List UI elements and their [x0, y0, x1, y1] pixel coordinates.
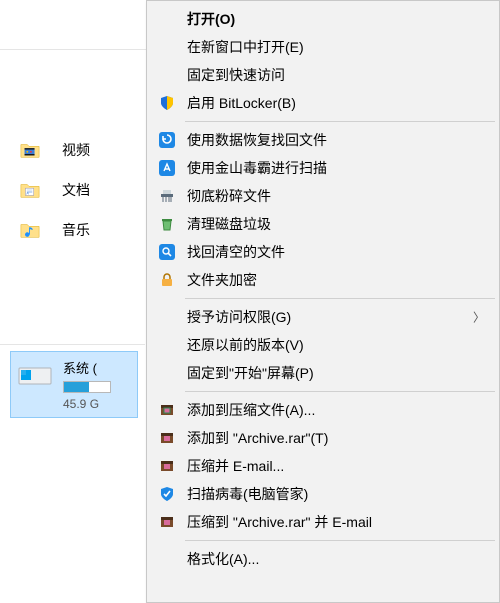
menu-pin-start[interactable]: 固定到"开始"屏幕(P) — [149, 359, 497, 387]
library-music[interactable]: 音乐 — [0, 210, 145, 250]
menu-add-archive[interactable]: 添加到压缩文件(A)... — [149, 396, 497, 424]
drive-usage-bar — [63, 381, 111, 393]
antivirus-icon — [157, 158, 177, 178]
drive-size: 45.9 G — [63, 397, 111, 411]
menu-data-recovery[interactable]: 使用数据恢复找回文件 — [149, 126, 497, 154]
library-label: 音乐 — [62, 220, 90, 240]
trash-clean-icon — [157, 214, 177, 234]
rar-icon — [157, 456, 177, 476]
menu-separator — [185, 298, 495, 299]
drive-info: 系统 ( 45.9 G — [63, 358, 111, 411]
menu-scan-virus[interactable]: 扫描病毒(电脑管家) — [149, 480, 497, 508]
pane-separator — [0, 344, 145, 345]
recovery-icon — [157, 130, 177, 150]
menu-find-emptied[interactable]: 找回清空的文件 — [149, 238, 497, 266]
shredder-icon — [157, 186, 177, 206]
menu-grant-access[interactable]: 授予访问权限(G) 〉 — [149, 303, 497, 331]
library-label: 视频 — [62, 140, 90, 160]
menu-shred[interactable]: 彻底粉碎文件 — [149, 182, 497, 210]
rar-icon — [157, 512, 177, 532]
menu-open[interactable]: 打开(O) — [149, 5, 497, 33]
submenu-arrow-icon: 〉 — [473, 309, 485, 326]
folder-videos-icon — [20, 140, 40, 160]
menu-pin-quick-access[interactable]: 固定到快速访问 — [149, 61, 497, 89]
menu-restore-previous[interactable]: 还原以前的版本(V) — [149, 331, 497, 359]
menu-format[interactable]: 格式化(A)... — [149, 545, 497, 573]
drive-name: 系统 ( — [63, 358, 111, 377]
lock-icon — [157, 270, 177, 290]
menu-open-new-window[interactable]: 在新窗口中打开(E) — [149, 33, 497, 61]
menu-folder-encrypt[interactable]: 文件夹加密 — [149, 266, 497, 294]
shield-scan-icon — [157, 484, 177, 504]
menu-separator — [185, 121, 495, 122]
folder-music-icon — [20, 220, 40, 240]
menu-compress-rar-email[interactable]: 压缩到 "Archive.rar" 并 E-mail — [149, 508, 497, 536]
svg-text:A: A — [25, 192, 29, 196]
library-documents[interactable]: A 文档 — [0, 170, 145, 210]
menu-compress-email[interactable]: 压缩并 E-mail... — [149, 452, 497, 480]
menu-separator — [185, 540, 495, 541]
library-videos[interactable]: 视频 — [0, 130, 145, 170]
context-menu: 打开(O) 在新窗口中打开(E) 固定到快速访问 启用 BitLocker(B)… — [146, 0, 500, 603]
menu-add-archive-rar[interactable]: 添加到 "Archive.rar"(T) — [149, 424, 497, 452]
menu-bitlocker[interactable]: 启用 BitLocker(B) — [149, 89, 497, 117]
explorer-content-pane: 视频 A 文档 音乐 — [0, 50, 145, 418]
menu-clean-disk[interactable]: 清理磁盘垃圾 — [149, 210, 497, 238]
library-label: 文档 — [62, 180, 90, 200]
menu-separator — [185, 391, 495, 392]
menu-jinshan-scan[interactable]: 使用金山毒霸进行扫描 — [149, 154, 497, 182]
drive-item-system[interactable]: 系统 ( 45.9 G — [10, 351, 138, 418]
shield-icon — [157, 93, 177, 113]
drive-icon — [17, 358, 53, 391]
rar-icon — [157, 428, 177, 448]
folder-documents-icon: A — [20, 180, 40, 200]
rar-icon — [157, 400, 177, 420]
recycle-search-icon — [157, 242, 177, 262]
